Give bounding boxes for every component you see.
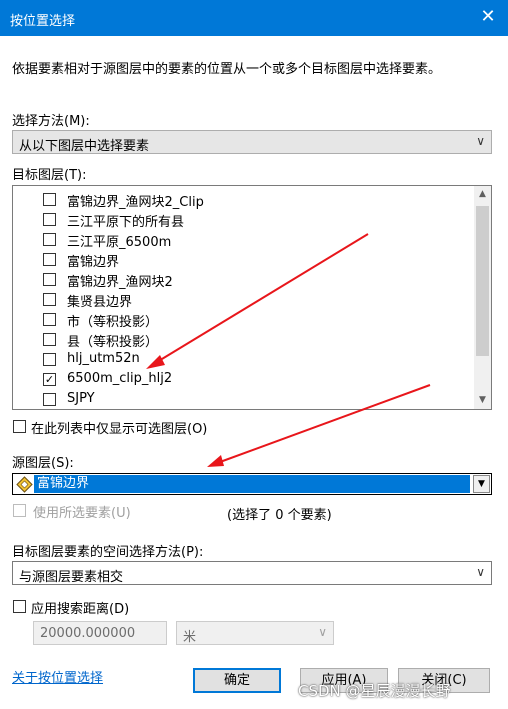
spatial-method-label: 目标图层要素的空间选择方法(P): xyxy=(12,545,204,560)
layer-checkbox[interactable] xyxy=(43,333,56,346)
layer-checkbox[interactable] xyxy=(43,253,56,266)
window-title: 按位置选择 xyxy=(10,14,76,29)
layer-checkbox[interactable] xyxy=(43,353,56,366)
selection-method-value: 从以下图层中选择要素 xyxy=(19,139,150,154)
only-selectable-label: 在此列表中仅显示可选图层(O) xyxy=(31,422,208,437)
selected-count-text: (选择了 0 个要素) xyxy=(227,508,332,523)
dropdown-arrow-icon[interactable]: ▼ xyxy=(473,475,490,493)
layer-checkbox[interactable] xyxy=(43,313,56,326)
search-distance-input[interactable]: 20000.000000 xyxy=(33,621,167,645)
polygon-layer-icon xyxy=(16,476,33,497)
layer-name: hlj_utm52n xyxy=(67,351,140,366)
layer-checkbox[interactable] xyxy=(43,293,56,306)
distance-unit-dropdown[interactable]: 米 ∨ xyxy=(176,621,334,645)
use-selected-checkbox[interactable] xyxy=(13,504,26,517)
selection-method-label: 选择方法(M): xyxy=(12,114,90,129)
layer-name: 集贤县边界 xyxy=(67,295,133,310)
layer-name: 6500m_clip_hlj2 xyxy=(67,371,173,386)
chevron-down-icon: ∨ xyxy=(476,565,485,579)
chevron-down-icon: ∨ xyxy=(318,625,327,639)
selection-method-dropdown[interactable]: 从以下图层中选择要素 ∨ xyxy=(12,130,492,154)
target-layers-label: 目标图层(T): xyxy=(12,168,87,183)
search-distance-checkbox[interactable] xyxy=(13,600,26,613)
search-distance-label: 应用搜索距离(D) xyxy=(31,602,130,617)
layer-name: 县（等积投影） xyxy=(67,335,159,350)
watermark: CSDN @星辰漫漫长野 xyxy=(298,682,451,700)
distance-unit-value: 米 xyxy=(183,630,197,645)
title-bar: 按位置选择 ✕ xyxy=(0,0,508,36)
layer-name: 三江平原下的所有县 xyxy=(67,215,185,230)
ok-button[interactable]: 确定 xyxy=(193,668,281,693)
layer-name: 富锦边界_渔网块2 xyxy=(67,275,173,290)
help-link[interactable]: 关于按位置选择 xyxy=(12,667,103,686)
source-layer-dropdown[interactable]: 富锦边界 ▼ xyxy=(12,473,492,495)
scroll-thumb[interactable] xyxy=(476,206,489,356)
scroll-up-icon[interactable]: ▲ xyxy=(474,186,491,203)
layer-checkbox[interactable] xyxy=(43,233,56,246)
spatial-method-dropdown[interactable]: 与源图层要素相交 ∨ xyxy=(12,561,492,585)
target-layers-list[interactable]: 富锦边界_渔网块2_Clip 三江平原下的所有县 三江平原_6500m 富锦边界富锦边… xyxy=(12,185,492,410)
layer-checkbox[interactable] xyxy=(43,213,56,226)
layer-checkbox[interactable] xyxy=(43,273,56,286)
search-distance-value: 20000.000000 xyxy=(40,626,136,641)
chevron-down-icon: ∨ xyxy=(476,134,485,148)
layer-name: 市（等积投影） xyxy=(67,315,159,330)
layer-checkbox[interactable] xyxy=(43,193,56,206)
layer-name: 富锦边界 xyxy=(67,255,120,270)
source-layer-value: 富锦边界 xyxy=(34,475,470,493)
annotation-arrowhead-2 xyxy=(207,455,224,467)
layer-checkbox[interactable] xyxy=(43,393,56,406)
source-layer-label: 源图层(S): xyxy=(12,456,74,471)
layer-name: 三江平原_6500m xyxy=(67,235,172,250)
dialog-description: 依据要素相对于源图层中的要素的位置从一个或多个目标图层中选择要素。 xyxy=(12,62,442,77)
close-icon[interactable]: ✕ xyxy=(468,0,508,36)
only-selectable-checkbox[interactable] xyxy=(13,420,26,433)
scroll-down-icon[interactable]: ▼ xyxy=(474,392,491,409)
spatial-method-value: 与源图层要素相交 xyxy=(19,570,124,585)
layer-checkbox[interactable]: ✓ xyxy=(43,373,56,386)
layer-name: SJPY xyxy=(67,391,95,406)
list-scrollbar[interactable]: ▲ ▼ xyxy=(474,186,491,409)
use-selected-label: 使用所选要素(U) xyxy=(33,506,131,521)
layer-name: 富锦边界_渔网块2_Clip xyxy=(67,195,204,210)
